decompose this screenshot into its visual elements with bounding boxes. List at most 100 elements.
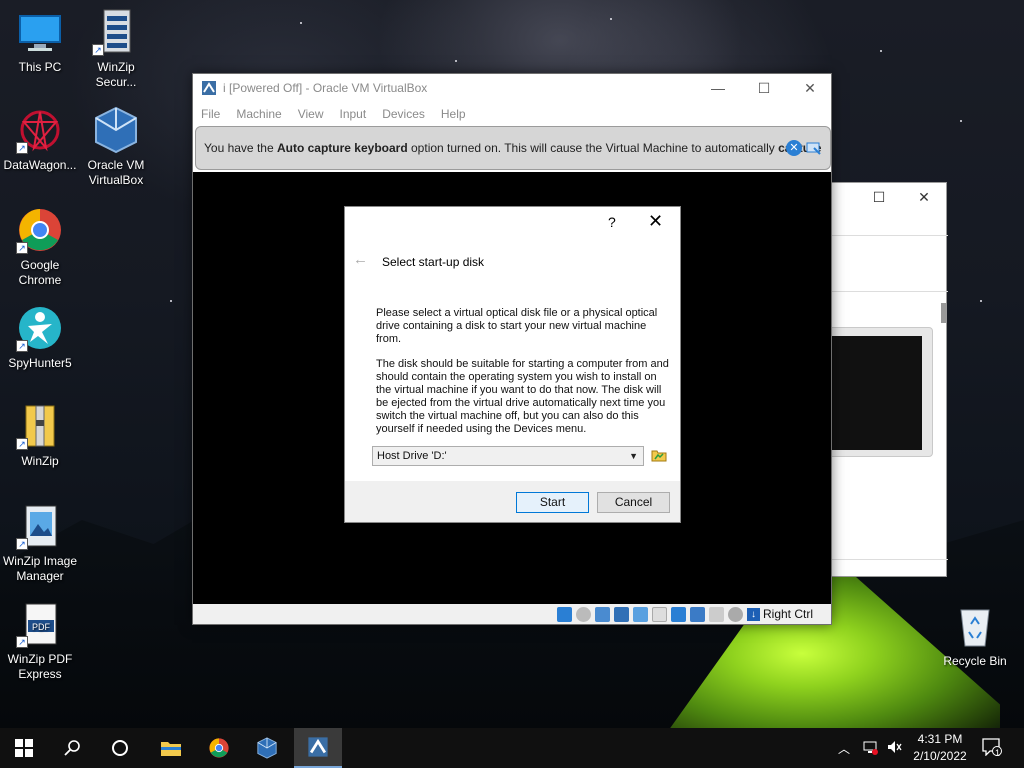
scrollbar-thumb[interactable] [941,303,946,323]
notice-info-icon[interactable] [806,140,822,156]
menu-machine[interactable]: Machine [236,107,281,121]
shortcut-arrow-icon: ↗ [16,636,28,648]
winzip-icon: ↗ [16,402,64,450]
desktop-icon-label: WinZip Image Manager [2,554,78,583]
desktop-icon-chrome[interactable]: ↗ Google Chrome [0,206,80,288]
desktop-icon-winzip-image-manager[interactable]: ↗ WinZip Image Manager [0,502,80,584]
volume-icon[interactable] [886,739,902,758]
search-button[interactable] [48,728,96,768]
taskbar-file-explorer[interactable] [147,728,195,768]
cortana-icon [112,740,128,756]
virtualbox-vm-icon [308,737,328,757]
dismiss-notice-icon[interactable]: ✕ [786,140,802,156]
drive-select[interactable]: Host Drive 'D:' ▼ [372,446,644,466]
usb-icon[interactable] [632,606,648,622]
desktop-icon-label: Google Chrome [18,258,62,287]
video-capture-icon[interactable] [689,606,705,622]
chrome-icon [209,738,229,758]
hard-disk-icon[interactable] [556,606,572,622]
taskbar-chrome[interactable] [195,728,243,768]
datawagon-icon: ↗ [16,106,64,154]
notice-text: You have the Auto capture keyboard optio… [204,141,821,155]
close-button[interactable]: ✕ [648,211,663,232]
monitor-icon [16,8,64,56]
audio-icon[interactable] [594,606,610,622]
folder-icon [161,742,181,756]
back-arrow-icon[interactable]: ← [353,251,368,268]
shortcut-arrow-icon: ↗ [16,242,28,254]
chevron-down-icon: ▼ [629,451,638,461]
host-key-indicator[interactable]: ↓ Right Ctrl [746,607,813,621]
network-icon[interactable] [862,739,878,758]
clock-date[interactable]: 2/10/2022 [906,749,974,763]
help-button[interactable]: ? [608,214,616,230]
recycle-bin-icon [951,602,999,650]
clock-time[interactable]: 4:31 PM [910,732,970,746]
dialog-heading: Select start-up disk [382,255,485,269]
network-icon[interactable] [613,606,629,622]
menu-devices[interactable]: Devices [382,107,425,121]
show-hidden-icons-chevron-icon[interactable]: ︿ [838,740,850,757]
close-icon[interactable]: ✕ [916,189,932,205]
taskbar-virtualbox-vm[interactable] [294,728,342,768]
menu-input[interactable]: Input [340,107,367,121]
status-bar: ↓ Right Ctrl [193,604,831,624]
desktop-icon-spyhunter[interactable]: ↗ SpyHunter5 [0,304,80,371]
shortcut-arrow-icon: ↗ [16,438,28,450]
minimize-icon[interactable]: — [695,74,741,102]
selected-drive: Host Drive 'D:' [377,450,447,462]
choose-disk-file-icon[interactable] [651,447,667,463]
virtualbox-icon [257,737,277,759]
dialog-footer: Start Cancel [345,481,680,522]
desktop-icon-label: SpyHunter5 [8,356,72,370]
startup-disk-dialog[interactable]: ? ✕ ← Select start-up disk Please select… [344,206,681,523]
desktop-icon-winzip-secure[interactable]: ↗ WinZip Secur... [76,8,156,90]
menu-help[interactable]: Help [441,107,466,121]
maximize-icon[interactable]: ☐ [741,74,787,102]
preview-screen [832,336,922,450]
close-icon[interactable]: ✕ [787,74,833,102]
desktop-icon-winzip[interactable]: ↗ WinZip [0,402,80,469]
optical-drive-icon[interactable] [575,606,591,622]
desktop-icon-label: WinZip [21,454,59,468]
start-button[interactable]: Start [516,492,589,513]
desktop-icon-label: This PC [18,60,62,74]
winzip-secure-icon: ↗ [92,8,140,56]
shared-folders-icon[interactable] [651,606,667,622]
winzip-pdf-icon: PDF ↗ [16,600,64,648]
cancel-button[interactable]: Cancel [597,492,670,513]
desktop-icon-winzip-pdf[interactable]: PDF ↗ WinZip PDF Express [0,600,80,682]
desktop-icon-this-pc[interactable]: This PC [0,8,80,75]
window-title: i [Powered Off] - Oracle VM VirtualBox [223,81,428,95]
desktop-icon-recycle-bin[interactable]: Recycle Bin [935,602,1015,669]
shortcut-arrow-icon: ↗ [92,44,104,56]
task-view-button[interactable] [96,728,144,768]
taskbar: ︿ 4:31 PM 2/10/2022 1 [0,728,1024,768]
notification-count-badge: 1 [995,748,1001,758]
desktop-icon-label: DataWagon... [3,158,77,172]
desktop-icon-datawagon[interactable]: ↗ DataWagon... [0,106,80,173]
svg-text:PDF: PDF [32,622,51,632]
search-icon [64,740,80,756]
spyhunter-icon: ↗ [16,304,64,352]
menu-view[interactable]: View [298,107,324,121]
host-key-arrow-icon: ↓ [746,607,760,621]
desktop-icon-label: WinZip PDF Express [7,652,73,681]
start-button[interactable] [0,728,48,768]
title-bar[interactable]: i [Powered Off] - Oracle VM VirtualBox —… [193,74,831,102]
taskbar-virtualbox-manager[interactable] [243,728,291,768]
auto-capture-notice: You have the Auto capture keyboard optio… [195,126,831,170]
display-icon[interactable] [670,606,686,622]
desktop-icon-label: WinZip Secur... [95,60,137,89]
cpu-icon[interactable] [708,606,724,622]
maximize-icon[interactable]: ☐ [871,189,887,205]
shortcut-arrow-icon: ↗ [16,340,28,352]
desktop-icon-virtualbox[interactable]: Oracle VM VirtualBox [76,106,156,188]
menu-file[interactable]: File [201,107,220,121]
mouse-integration-icon[interactable] [727,606,743,622]
description-paragraph: The disk should be suitable for starting… [376,358,669,435]
host-key-label: Right Ctrl [762,607,813,621]
desktop-icon-label: Oracle VM VirtualBox [87,158,145,187]
chrome-icon: ↗ [16,206,64,254]
virtualbox-icon [92,106,140,154]
